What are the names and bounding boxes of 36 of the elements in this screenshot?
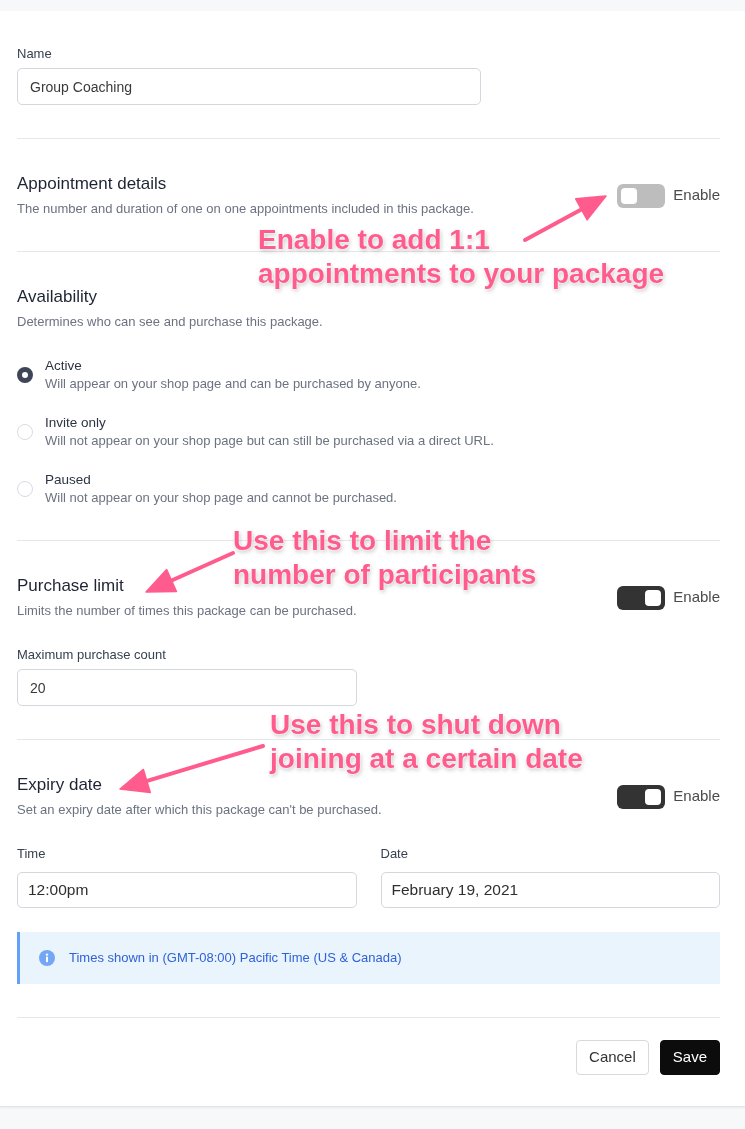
annotation-text: Use this to shut down joining at a certain date — [270, 708, 583, 776]
save-button[interactable]: Save — [659, 1040, 720, 1075]
annotation-text: Use this to limit the number of participants — [233, 524, 537, 592]
cancel-button[interactable]: Cancel — [576, 1040, 649, 1075]
section-description: Determines who can see and purchase this package. — [17, 313, 323, 331]
toggle-label: Enable — [673, 786, 720, 807]
field-label: Name — [17, 45, 52, 63]
option-label: Invite only — [45, 414, 106, 432]
toggle-switch[interactable] — [617, 585, 666, 610]
section-description: Limits the number of times this package can be purchased. — [17, 602, 357, 620]
radio-button[interactable] — [17, 367, 33, 383]
section-title: Appointment details — [17, 173, 167, 195]
option-label: Active — [45, 357, 82, 375]
time-field[interactable]: 12:00pm — [17, 872, 357, 908]
notice-text: Times shown in (GMT-08:00) Pacific Time (US & Canada) — [69, 949, 402, 968]
section-title: Expiry date — [17, 774, 103, 796]
toggle-label: Enable — [673, 587, 720, 608]
section-title: Purchase limit — [17, 575, 124, 597]
toggle-switch[interactable] — [617, 784, 666, 809]
name-field[interactable]: Group Coaching — [17, 68, 481, 105]
field-label: Time — [17, 845, 46, 863]
section-description: The number and duration of one on one appointments included in this package. — [17, 200, 474, 218]
field-label: Maximum purchase count — [17, 646, 166, 664]
option-description: Will appear on your shop page and can be purchased by anyone. — [45, 375, 421, 393]
number-field[interactable]: 20 — [17, 669, 357, 706]
field-label: Date — [380, 845, 408, 863]
annotation-text: Enable to add 1:1 appointments to your package — [258, 223, 665, 291]
section-description: Set an expiry date after which this package can't be purchased. — [17, 801, 382, 819]
option-description: Will not appear on your shop page and cannot be purchased. — [45, 489, 397, 507]
section-title: Availability — [17, 286, 97, 308]
option-label: Paused — [45, 471, 91, 489]
info-icon — [39, 950, 55, 966]
date-field[interactable]: February 19, 2021 — [380, 872, 720, 908]
toggle-label: Enable — [673, 185, 720, 206]
option-description: Will not appear on your shop page but can still be purchased via a direct URL. — [45, 432, 494, 450]
toggle-switch[interactable] — [617, 183, 666, 208]
